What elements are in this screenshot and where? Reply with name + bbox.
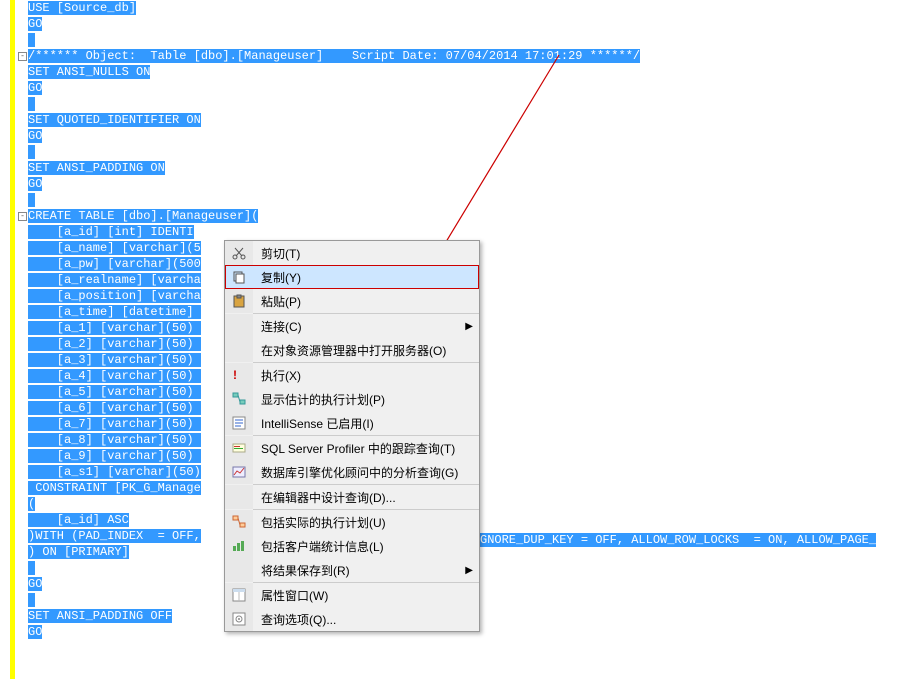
code-line-overflow: GNORE_DUP_KEY = OFF, ALLOW_ROW_LOCKS = O… [480,532,876,548]
tuning-icon [225,460,253,484]
collapse-toggle[interactable]: - [18,212,27,221]
menu-item-intellisense[interactable]: IntelliSense 已启用(I) [225,411,479,435]
code-line [28,96,640,112]
menu-item-copy[interactable]: 复制(Y) [225,265,479,289]
menu-item-label: 数据库引擎优化顾问中的分析查询(G) [253,464,461,481]
menu-item-label: 在对象资源管理器中打开服务器(O) [253,342,461,359]
code-line [28,144,640,160]
blank-icon [225,314,253,338]
submenu-arrow-icon: ▶ [465,565,473,576]
menu-item-paste[interactable]: 粘贴(P) [225,289,479,313]
menu-item-label: SQL Server Profiler 中的跟踪查询(T) [253,440,461,457]
menu-item-label: 粘贴(P) [253,293,461,310]
menu-item-profiler[interactable]: SQL Server Profiler 中的跟踪查询(T) [225,436,479,460]
menu-item-label: 显示估计的执行计划(P) [253,391,461,408]
menu-item-execute[interactable]: ! 执行(X) [225,363,479,387]
code-line: USE [Source_db] [28,0,640,16]
blank-icon [225,485,253,509]
menu-item-label: 剪切(T) [253,245,461,262]
change-indicator-bar [10,0,15,679]
code-line: SET ANSI_PADDING ON [28,160,640,176]
code-line: GO [28,128,640,144]
menu-item-item[interactable]: 将结果保存到(R) ▶ [225,558,479,582]
paste-icon [225,289,253,313]
copy-icon [225,265,253,289]
menu-item-label: 执行(X) [253,367,461,384]
menu-item-label: 在编辑器中设计查询(D)... [253,489,461,506]
props-icon [225,583,253,607]
cut-icon [225,241,253,265]
menu-item-label: 将结果保存到(R) [253,562,461,579]
menu-item-label: 包括实际的执行计划(U) [253,514,461,531]
code-line: [a_id] [int] IDENTI [28,224,640,240]
menu-item-tuning[interactable]: 数据库引擎优化顾问中的分析查询(G) [225,460,479,484]
menu-item-stats[interactable]: 包括客户端统计信息(L) [225,534,479,558]
profiler-icon [225,436,253,460]
code-line: /****** Object: Table [dbo].[Manageuser]… [28,48,640,64]
blank-icon [225,338,253,362]
svg-text:!: ! [233,368,237,382]
menu-item-item[interactable]: 连接(C) ▶ [225,314,479,338]
context-menu: 剪切(T) 复制(Y) 粘贴(P) 连接(C) ▶ 在对象资源管理器中打开服务器(O)! 执… [224,240,480,632]
menu-item-plan2[interactable]: 包括实际的执行计划(U) [225,510,479,534]
menu-item-item[interactable]: 在编辑器中设计查询(D)... [225,485,479,509]
options-icon [225,607,253,631]
plan-icon [225,387,253,411]
menu-item-options[interactable]: 查询选项(Q)... [225,607,479,631]
menu-item-item[interactable]: 在对象资源管理器中打开服务器(O) [225,338,479,362]
collapse-toggle[interactable]: - [18,52,27,61]
menu-item-label: 复制(Y) [253,269,461,286]
menu-item-label: 包括客户端统计信息(L) [253,538,461,555]
menu-item-cut[interactable]: 剪切(T) [225,241,479,265]
code-line: GO [28,80,640,96]
code-line: GO [28,176,640,192]
code-line: SET QUOTED_IDENTIFIER ON [28,112,640,128]
code-line: SET ANSI_NULLS ON [28,64,640,80]
menu-item-plan[interactable]: 显示估计的执行计划(P) [225,387,479,411]
stats-icon [225,534,253,558]
menu-item-props[interactable]: 属性窗口(W) [225,583,479,607]
code-line [28,32,640,48]
intellisense-icon [225,411,253,435]
blank-icon [225,558,253,582]
code-line [28,192,640,208]
plan2-icon [225,510,253,534]
menu-item-label: 属性窗口(W) [253,587,461,604]
menu-item-label: 查询选项(Q)... [253,611,461,628]
execute-icon: ! [225,363,253,387]
submenu-arrow-icon: ▶ [465,321,473,332]
code-line: GO [28,16,640,32]
menu-item-label: 连接(C) [253,318,461,335]
menu-item-label: IntelliSense 已启用(I) [253,415,461,432]
code-line: CREATE TABLE [dbo].[Manageuser]( [28,208,640,224]
